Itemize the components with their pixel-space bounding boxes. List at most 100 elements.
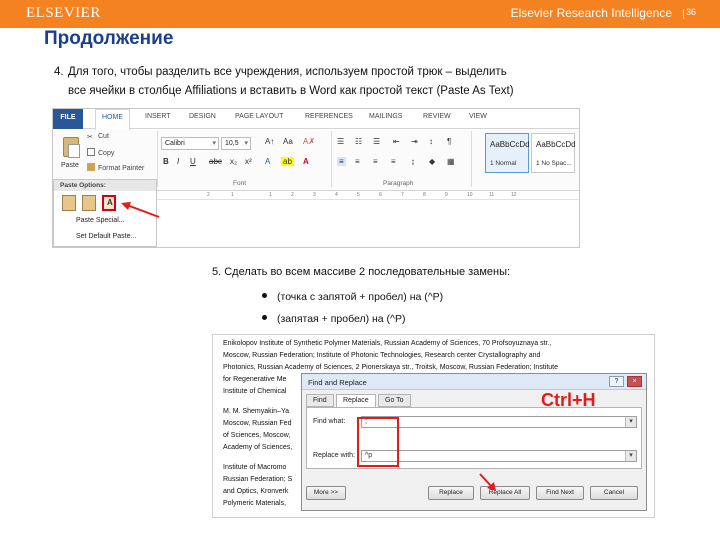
close-button[interactable]: × <box>627 376 642 387</box>
tab-file[interactable]: FILE <box>53 109 83 129</box>
paste-button[interactable]: Paste <box>57 133 83 177</box>
style-sample: AaBbCcDd <box>490 140 530 149</box>
borders-icon[interactable]: ▦ <box>447 157 455 166</box>
red-arrow-icon <box>479 473 496 491</box>
ruler-mark: 4 <box>335 192 338 198</box>
multilevel-icon[interactable]: ☰ <box>373 137 380 146</box>
show-marks-icon[interactable]: ¶ <box>447 137 451 146</box>
bullet-dot <box>262 315 267 320</box>
increase-indent-icon[interactable]: ⇥ <box>411 137 418 146</box>
bullets-icon[interactable]: ☰ <box>337 137 344 146</box>
brand-logo: ELSEVIER <box>26 5 101 21</box>
doc-line: of Sciences, Moscow, <box>223 432 291 439</box>
cancel-button[interactable]: Cancel <box>590 486 638 500</box>
help-button[interactable]: ? <box>609 376 624 387</box>
tab-replace[interactable]: Replace <box>336 394 376 408</box>
product-name: Elsevier Research Intelligence <box>510 6 672 20</box>
format-painter-label: Format Painter <box>98 165 145 172</box>
step4-line1: Для того, чтобы разделить все учреждения… <box>68 66 507 78</box>
italic-button[interactable]: I <box>177 157 179 166</box>
ruler-mark: 9 <box>445 192 448 198</box>
find-what-field[interactable]: ; <box>361 416 637 428</box>
decrease-indent-icon[interactable]: ⇤ <box>393 137 400 146</box>
clear-format-icon[interactable]: A✗ <box>303 137 315 146</box>
scissors-icon: ✂ <box>87 134 93 141</box>
dialog-title: Find and Replace <box>302 374 646 390</box>
ruler-mark: 2 <box>207 192 210 198</box>
bullet-text: (точка с запятой + пробел) на (^P) <box>277 291 444 303</box>
format-painter-button[interactable]: Format Painter <box>87 163 144 172</box>
doc-line: Moscow, Russian Fed <box>223 420 292 427</box>
find-next-button[interactable]: Find Next <box>536 486 584 500</box>
sort-icon[interactable]: ↕ <box>429 137 433 146</box>
paste-keep-source-icon[interactable] <box>62 195 76 211</box>
ruler-mark: 3 <box>313 192 316 198</box>
ruler-mark: 6 <box>379 192 382 198</box>
paste-merge-format-icon[interactable] <box>82 195 96 211</box>
replace-with-field[interactable]: ^p <box>361 450 637 462</box>
replace-with-label: Replace with: <box>313 452 356 459</box>
tab-references[interactable]: REFERENCES <box>305 113 353 120</box>
grow-font-icon[interactable]: A↑ <box>265 137 274 146</box>
bold-button[interactable]: B <box>163 157 169 166</box>
change-case-icon[interactable]: Aa <box>283 137 293 146</box>
more-button[interactable]: More >> <box>306 486 346 500</box>
numbering-icon[interactable]: ☷ <box>355 137 362 146</box>
tab-design[interactable]: DESIGN <box>189 113 216 120</box>
tab-go-to[interactable]: Go To <box>378 394 411 407</box>
tab-view[interactable]: VIEW <box>469 113 487 120</box>
brush-icon <box>87 163 95 171</box>
ribbon-tabs: FILE HOME INSERT DESIGN PAGE LAYOUT REFE… <box>53 109 579 130</box>
align-center-icon[interactable]: ≡ <box>355 157 360 166</box>
style-sample: AaBbCcDd <box>536 140 576 149</box>
text-effects-icon[interactable]: A <box>265 157 270 166</box>
copy-button[interactable]: Copy <box>87 148 114 157</box>
underline-button[interactable]: U <box>190 157 196 166</box>
line-spacing-icon[interactable]: ↨ <box>411 157 415 166</box>
step5-text: 5. Сделать во всем массиве 2 последовате… <box>212 266 511 278</box>
step4-line2: все ячейки в столбце Affiliations и вста… <box>68 85 514 97</box>
paragraph-group-label: Paragraph <box>383 180 414 187</box>
tab-page-layout[interactable]: PAGE LAYOUT <box>235 113 283 120</box>
bullet-item: (запятая + пробел) на (^P) <box>262 313 405 325</box>
align-left-icon[interactable]: ≡ <box>337 157 346 166</box>
group-divider <box>157 131 158 187</box>
tab-review[interactable]: REVIEW <box>423 113 451 120</box>
doc-line: Institute of Chemical <box>223 388 287 395</box>
paste-text-only-icon[interactable]: A <box>102 195 116 211</box>
shading-icon[interactable]: ◆ <box>429 157 435 166</box>
align-right-icon[interactable]: ≡ <box>373 157 378 166</box>
font-name-combo[interactable]: Calibri <box>161 137 219 150</box>
doc-line: Enikolopov Institute of Synthetic Polyme… <box>223 340 552 347</box>
red-arrow-icon <box>121 202 160 218</box>
bullet-dot <box>262 293 267 298</box>
justify-icon[interactable]: ≡ <box>391 157 396 166</box>
tab-mailings[interactable]: MAILINGS <box>369 113 402 120</box>
tab-insert[interactable]: INSERT <box>145 113 171 120</box>
cut-button[interactable]: ✂ Cut <box>87 133 109 141</box>
slide-title: Продолжение <box>44 28 174 49</box>
replace-button[interactable]: Replace <box>428 486 474 500</box>
doc-line: Institute of Macromo <box>223 464 287 471</box>
doc-line: Academy of Sciences, <box>223 444 293 451</box>
style-no-spacing[interactable]: AaBbCcDd 1 No Spac... <box>531 133 576 173</box>
doc-line: for Regenerative Me <box>223 376 287 383</box>
strikethrough-button[interactable]: abc <box>209 157 222 166</box>
subscript-button[interactable]: x₂ <box>230 157 237 166</box>
paste-label: Paste <box>61 162 79 169</box>
bullet-text: (запятая + пробел) на (^P) <box>277 313 406 325</box>
tab-find[interactable]: Find <box>306 394 334 407</box>
tab-home[interactable]: HOME <box>95 109 130 130</box>
copy-icon <box>87 148 95 156</box>
paste-options-header: Paste Options: <box>54 180 156 191</box>
style-name: 1 Normal <box>490 160 517 167</box>
font-size-combo[interactable]: 10,5 <box>221 137 251 150</box>
set-default-paste-item[interactable]: Set Default Paste... <box>76 233 136 240</box>
font-color-icon[interactable]: A <box>303 157 309 166</box>
ruler-mark: 7 <box>401 192 404 198</box>
style-normal[interactable]: AaBbCcDd 1 Normal <box>485 133 530 173</box>
highlight-icon[interactable]: ab <box>281 157 294 166</box>
superscript-button[interactable]: x² <box>245 157 252 166</box>
group-divider <box>331 131 332 187</box>
ruler: 2 1 1 2 3 4 5 6 7 8 9 10 11 12 <box>157 190 579 200</box>
